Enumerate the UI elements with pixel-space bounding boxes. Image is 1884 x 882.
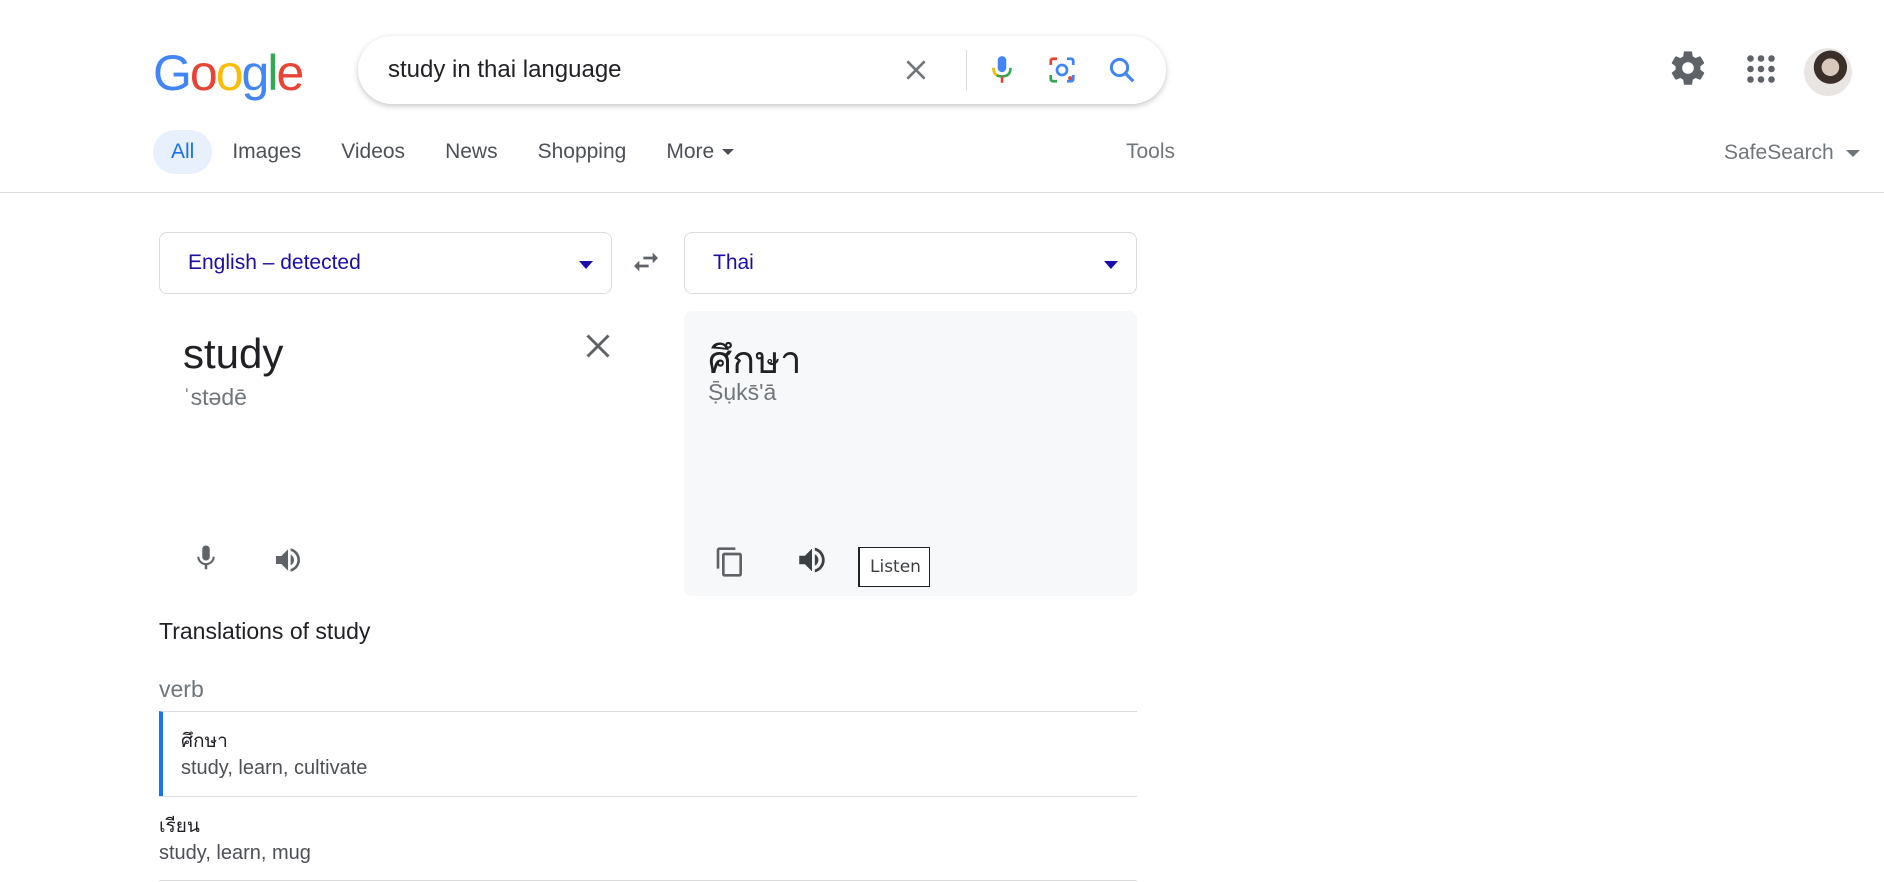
speaker-icon[interactable] xyxy=(792,540,832,580)
translation-output-panel: ศึกษา Ṣ̄ụks̄'ā Listen xyxy=(684,311,1137,596)
dropdown-arrow-icon xyxy=(579,261,593,269)
target-language-label: Thai xyxy=(713,251,754,274)
tab-videos[interactable]: Videos xyxy=(321,130,425,174)
target-phonetic: Ṣ̄ụks̄'ā xyxy=(708,379,777,405)
logo-letter: l xyxy=(267,45,278,101)
tools-button[interactable]: Tools xyxy=(1126,140,1175,164)
search-input[interactable]: study in thai language xyxy=(388,56,622,84)
source-language-label: English – detected xyxy=(188,251,361,274)
list-divider xyxy=(159,880,1137,881)
settings-icon[interactable] xyxy=(1668,48,1712,92)
translation-row[interactable]: เรียน study, learn, mug xyxy=(159,796,1137,880)
part-of-speech-label: verb xyxy=(159,676,204,702)
header-divider xyxy=(0,192,1884,193)
logo-letter: g xyxy=(241,45,270,101)
logo-letter: G xyxy=(153,45,192,101)
translation-synonyms: study, learn, mug xyxy=(159,842,311,864)
logo-letter: o xyxy=(215,45,244,101)
search-divider xyxy=(966,50,967,90)
search-tabs: All Images Videos News Shopping More xyxy=(153,130,754,174)
speaker-icon[interactable] xyxy=(268,540,308,580)
tab-shopping[interactable]: Shopping xyxy=(518,130,647,174)
target-language-select[interactable]: Thai xyxy=(684,232,1137,294)
caret-down-icon xyxy=(722,149,735,156)
microphone-icon[interactable] xyxy=(984,52,1020,88)
caret-down-icon xyxy=(1845,149,1860,157)
google-logo[interactable]: Google xyxy=(153,45,304,101)
copy-icon[interactable] xyxy=(710,542,750,582)
apps-grid-icon[interactable] xyxy=(1740,48,1784,92)
source-language-select[interactable]: English – detected xyxy=(159,232,612,294)
listen-tooltip: Listen xyxy=(858,547,930,587)
tab-more-label: More xyxy=(666,140,715,163)
translation-row[interactable]: ศึกษา study, learn, cultivate xyxy=(159,711,1137,796)
translations-heading: Translations of study xyxy=(159,618,371,644)
translation-synonyms: study, learn, cultivate xyxy=(181,757,368,779)
search-box[interactable]: study in thai language xyxy=(358,36,1166,104)
swap-languages-icon[interactable] xyxy=(630,246,662,278)
dropdown-arrow-icon xyxy=(1104,261,1118,269)
source-text[interactable]: study xyxy=(183,330,283,378)
logo-letter: o xyxy=(189,45,218,101)
logo-letter: e xyxy=(276,45,304,101)
avatar[interactable] xyxy=(1804,48,1852,96)
safesearch-button[interactable]: SafeSearch xyxy=(1724,141,1860,165)
tab-images[interactable]: Images xyxy=(212,130,321,174)
tab-news[interactable]: News xyxy=(425,130,518,174)
close-icon[interactable] xyxy=(898,52,934,88)
lens-icon[interactable] xyxy=(1044,52,1080,88)
safesearch-label: SafeSearch xyxy=(1724,141,1834,164)
tab-more[interactable]: More xyxy=(646,130,754,174)
translation-word: ศึกษา xyxy=(181,730,228,752)
clear-text-icon[interactable] xyxy=(580,328,616,364)
microphone-icon[interactable] xyxy=(186,538,226,578)
tab-all[interactable]: All xyxy=(153,130,213,174)
search-icon[interactable] xyxy=(1104,52,1140,88)
source-phonetic: ˈstədē xyxy=(183,384,247,410)
translation-word: เรียน xyxy=(159,815,200,837)
